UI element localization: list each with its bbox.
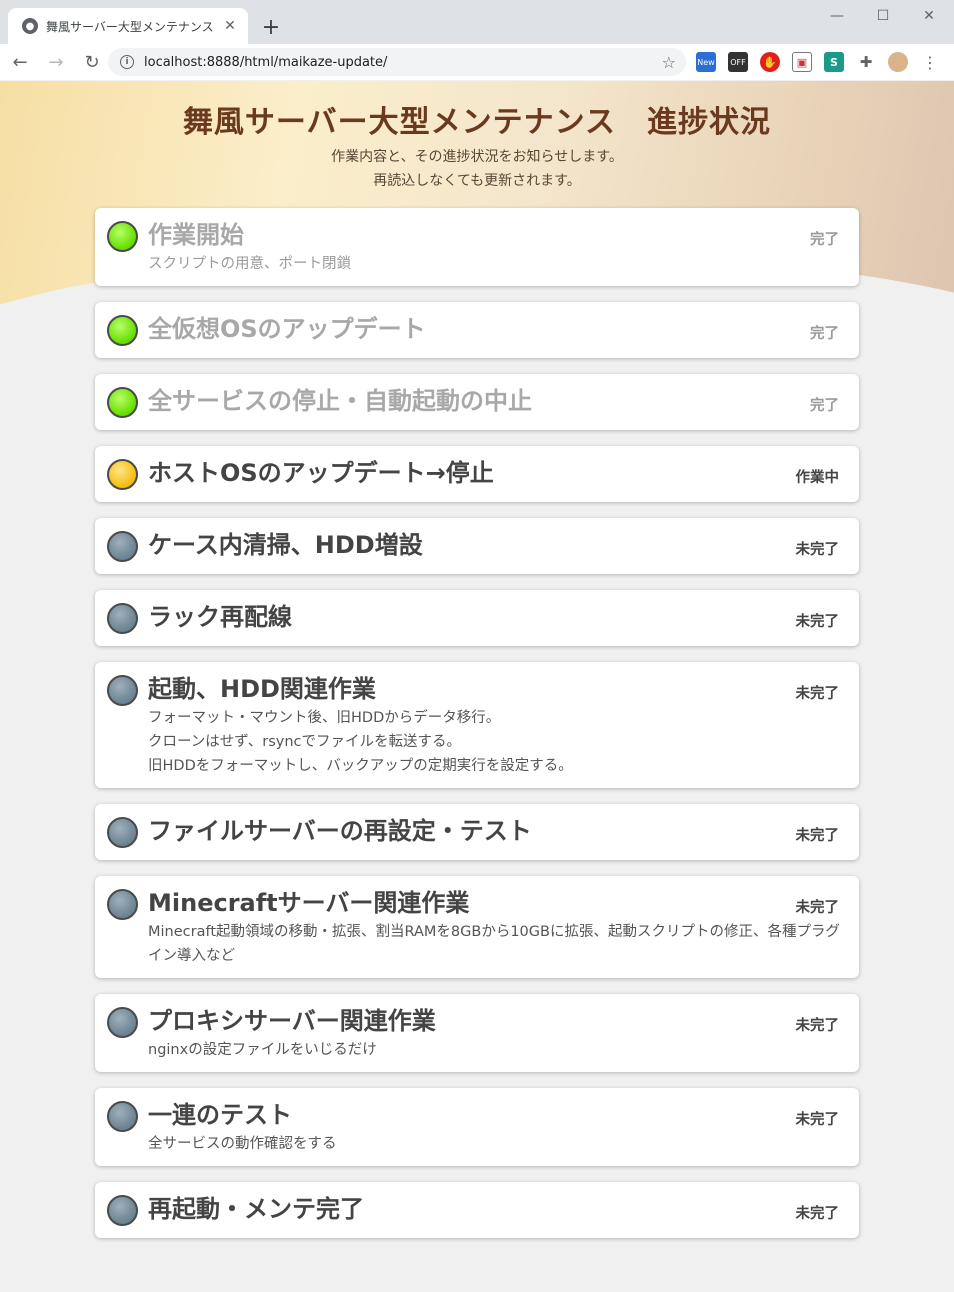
task-description: クローンはせず、rsyncでファイルを転送する。	[148, 734, 462, 750]
task-status: 作業中	[795, 470, 840, 486]
subtitle-line-2: 再読込しなくても更新されます。	[373, 173, 581, 189]
page-title: 舞風サーバー大型メンテナンス 進捗状況	[182, 105, 772, 140]
reload-icon[interactable]: ↻	[76, 46, 108, 78]
task-card: 作業開始スクリプトの用意、ポート閉鎖 完了	[95, 208, 859, 286]
new-extension-icon[interactable]: New	[696, 52, 716, 72]
status-lamp-icon	[107, 221, 138, 252]
status-lamp-icon	[107, 387, 138, 418]
url-text[interactable]: localhost:8888/html/maikaze-update/	[144, 55, 662, 70]
task-status: 完了	[810, 232, 839, 248]
tab-title: 舞風サーバー大型メンテナンス	[46, 19, 214, 34]
status-lamp-icon	[107, 603, 138, 634]
task-name: 再起動・メンテ完了	[148, 1195, 364, 1223]
task-card: プロキシサーバー関連作業 nginxの設定ファイルをいじるだけ 未完了	[95, 994, 859, 1072]
task-description: Minecraft起動領域の移動・拡張、割当RAMを8GBから10GBに拡張、起…	[148, 924, 840, 964]
task-card: 再起動・メンテ完了 未完了	[95, 1182, 859, 1238]
task-status: 未完了	[795, 542, 840, 558]
page-subtitle: 作業内容と、その進捗状況をお知らせします。 再読込しなくても更新されます。	[0, 145, 954, 193]
task-name: ケース内清掃、HDD増設	[148, 531, 423, 559]
globe-icon: ●	[22, 18, 38, 34]
task-card: 全仮想OSのアップデート 完了	[95, 302, 859, 358]
status-lamp-icon	[107, 531, 138, 562]
forward-arrow-icon[interactable]: →	[40, 46, 72, 78]
task-name: 起動、HDD関連作業	[148, 675, 376, 703]
task-name: プロキシサーバー関連作業	[148, 1007, 436, 1035]
task-description: nginxの設定ファイルをいじるだけ	[148, 1042, 377, 1058]
task-name: 一連のテスト	[148, 1101, 292, 1129]
subtitle-line-1: 作業内容と、その進捗状況をお知らせします。	[331, 149, 623, 165]
new-tab-button[interactable]: +	[258, 14, 284, 40]
task-status: 未完了	[795, 828, 840, 844]
off-extension-icon[interactable]: OFF	[728, 52, 748, 72]
cast-extension-icon[interactable]: ▣	[792, 52, 812, 72]
task-card: 起動、HDD関連作業フォーマット・マウント後、旧HDDからデータ移行。 クローンは…	[95, 662, 859, 788]
adblock-extension-icon[interactable]: ✋	[760, 52, 780, 72]
puzzle-icon[interactable]: ✚	[856, 52, 876, 72]
task-name: ホストOSのアップデート→停止	[148, 459, 494, 487]
browser-chrome: ● 舞風サーバー大型メンテナンス ✕ + — ☐ ✕ ← → ↻ i local…	[0, 0, 954, 80]
task-description: 旧HDDをフォーマットし、バックアップの定期実行を設定する。	[148, 758, 573, 774]
task-name: ファイルサーバーの再設定・テスト	[148, 817, 532, 845]
task-description: スクリプトの用意、ポート閉鎖	[148, 256, 351, 272]
avatar[interactable]	[888, 52, 908, 72]
maximize-button[interactable]: ☐	[860, 4, 906, 28]
address-bar[interactable]: i localhost:8888/html/maikaze-update/ ☆	[108, 48, 686, 76]
task-status: 未完了	[795, 614, 840, 630]
page: 舞風サーバー大型メンテナンス 進捗状況 作業内容と、その進捗状況をお知らせします…	[0, 81, 954, 1292]
bookmark-star-icon[interactable]: ☆	[662, 53, 676, 72]
task-name: 作業開始	[148, 221, 244, 249]
status-lamp-icon	[107, 889, 138, 920]
info-icon[interactable]: i	[120, 55, 134, 69]
task-status: 未完了	[795, 1206, 840, 1222]
status-lamp-icon	[107, 1101, 138, 1132]
task-description: フォーマット・マウント後、旧HDDからデータ移行。	[148, 710, 501, 726]
tab-active[interactable]: ● 舞風サーバー大型メンテナンス ✕	[8, 8, 248, 44]
task-name: ラック再配線	[148, 603, 292, 631]
task-card: ファイルサーバーの再設定・テスト 未完了	[95, 804, 859, 860]
close-tab-icon[interactable]: ✕	[220, 16, 240, 36]
menu-kebab-icon[interactable]: ⋮	[920, 52, 940, 72]
task-status: 未完了	[795, 686, 840, 702]
task-card: 一連のテスト全サービスの動作確認をする 未完了	[95, 1088, 859, 1166]
task-name: 全仮想OSのアップデート	[148, 315, 426, 343]
task-status: 未完了	[795, 1112, 840, 1128]
tab-strip: ● 舞風サーバー大型メンテナンス ✕ + — ☐ ✕	[0, 0, 954, 44]
task-card: ケース内清掃、HDD増設 未完了	[95, 518, 859, 574]
minimize-button[interactable]: —	[814, 4, 860, 28]
status-lamp-icon	[107, 315, 138, 346]
header: 舞風サーバー大型メンテナンス 進捗状況 作業内容と、その進捗状況をお知らせします…	[0, 97, 954, 193]
close-window-button[interactable]: ✕	[906, 4, 952, 28]
status-lamp-icon	[107, 1195, 138, 1226]
task-list: 作業開始 スクリプトの用意、ポート閉鎖 完了 全仮想OSのアップデート 完了 全サービスの…	[95, 208, 859, 1254]
s-extension-icon[interactable]: S	[824, 52, 844, 72]
task-description: 全サービスの動作確認をする	[148, 1136, 337, 1152]
status-lamp-icon	[107, 817, 138, 848]
task-card: ラック再配線 未完了	[95, 590, 859, 646]
task-card: 全サービスの停止・自動起動の中止 完了	[95, 374, 859, 430]
status-lamp-icon	[107, 675, 138, 706]
task-status: 完了	[810, 326, 839, 342]
task-status: 未完了	[795, 1018, 840, 1034]
status-lamp-icon	[107, 1007, 138, 1038]
task-name: 全サービスの停止・自動起動の中止	[148, 387, 532, 415]
status-lamp-icon	[107, 459, 138, 490]
task-name: Minecraftサーバー関連作業	[148, 889, 470, 917]
task-status: 未完了	[795, 900, 840, 916]
back-arrow-icon[interactable]: ←	[4, 46, 36, 78]
task-card: Minecraftサーバー関連作業 Minecraft起動領域の移動・拡張、割当R…	[95, 876, 859, 978]
browser-toolbar: ← → ↻ i localhost:8888/html/maikaze-upda…	[0, 44, 954, 80]
task-status: 完了	[810, 398, 839, 414]
task-card: ホストOSのアップデート→停止 作業中	[95, 446, 859, 502]
